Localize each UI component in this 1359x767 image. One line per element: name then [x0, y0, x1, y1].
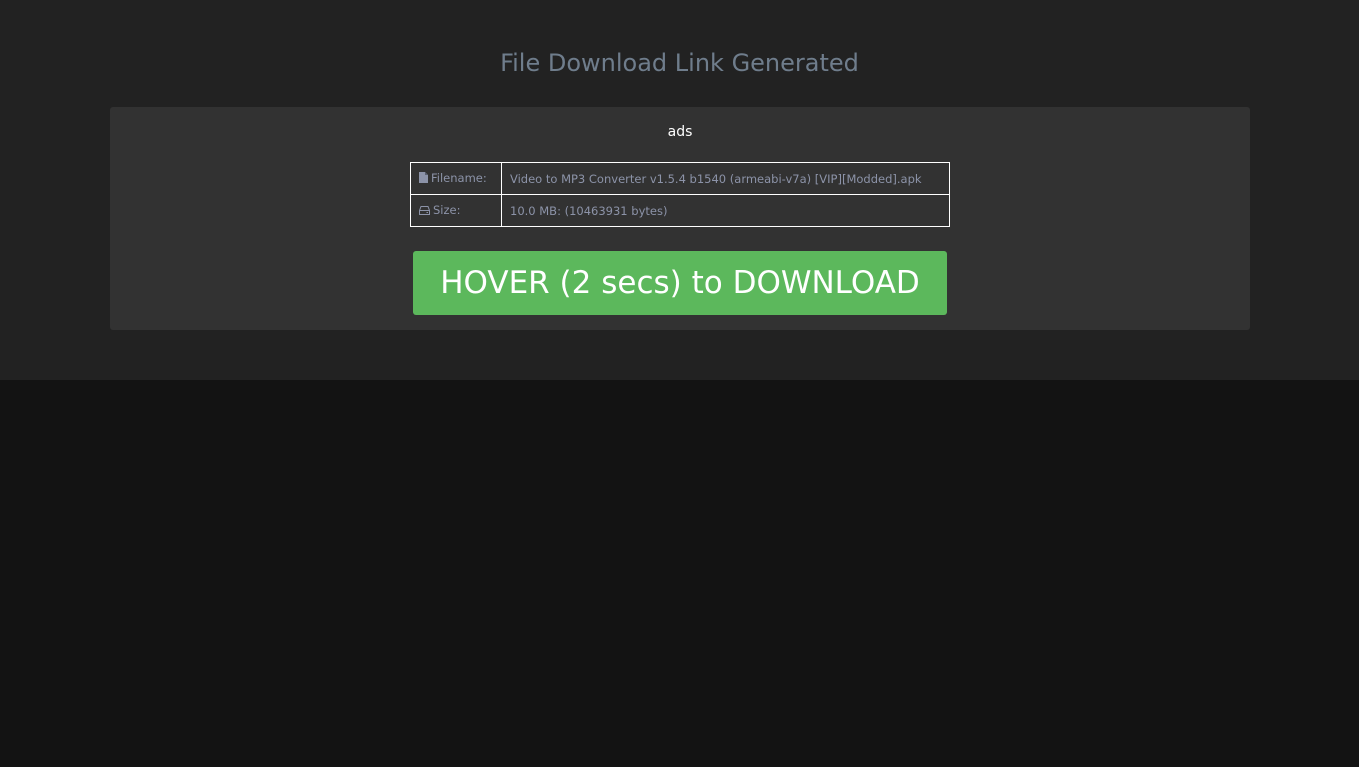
header-section: File Download Link Generated ads Filenam…: [0, 0, 1359, 380]
download-button[interactable]: HOVER (2 secs) to DOWNLOAD: [413, 251, 947, 315]
file-icon: [419, 172, 428, 186]
size-key-cell: Size:: [410, 194, 502, 227]
filename-value: Video to MP3 Converter v1.5.4 b1540 (arm…: [501, 162, 950, 195]
filename-label: Filename:: [431, 171, 487, 185]
filename-row: Filename: Video to MP3 Converter v1.5.4 …: [410, 162, 950, 195]
size-value: 10.0 MB: (10463931 bytes): [501, 194, 950, 227]
file-info-table: Filename: Video to MP3 Converter v1.5.4 …: [410, 162, 950, 227]
download-card: ads Filename: Video to MP3 Converter v1.…: [110, 107, 1250, 330]
filename-key-cell: Filename:: [410, 162, 502, 195]
hard-drive-icon: [419, 204, 430, 218]
page-title: File Download Link Generated: [500, 49, 859, 77]
size-row: Size: 10.0 MB: (10463931 bytes): [410, 194, 950, 227]
size-label: Size:: [433, 203, 461, 217]
ads-label: ads: [667, 124, 693, 140]
